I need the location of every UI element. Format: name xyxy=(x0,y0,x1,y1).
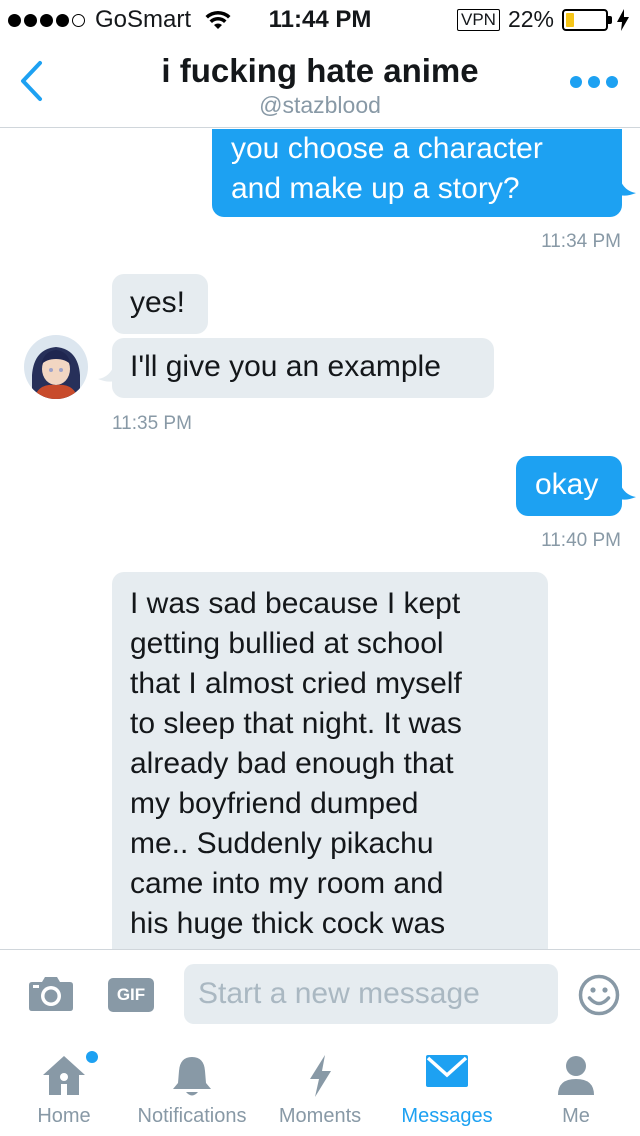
emoji-icon[interactable] xyxy=(578,974,620,1016)
tab-notifications[interactable]: Notifications xyxy=(128,1039,256,1136)
bubble-tail xyxy=(620,179,636,196)
camera-icon[interactable] xyxy=(28,974,74,1012)
received-message-bubble[interactable]: yes! xyxy=(112,274,208,334)
message-timestamp: 11:35 PM xyxy=(112,413,192,434)
message-line: my boyfriend dumped xyxy=(130,787,419,820)
home-icon xyxy=(43,1056,85,1095)
message-line: getting bullied at school xyxy=(130,627,444,660)
avatar-image xyxy=(24,335,88,399)
message-thread[interactable]: you choose a character and make up a sto… xyxy=(0,129,640,949)
sent-message-bubble[interactable]: you choose a character and make up a sto… xyxy=(212,129,622,217)
tab-label: Me xyxy=(562,1105,590,1127)
tab-label: Moments xyxy=(278,1105,362,1127)
tab-bar: Home Notifications Moments Messages Me xyxy=(0,1039,640,1136)
message-line: yes! xyxy=(130,286,186,319)
tab-home[interactable]: Home xyxy=(20,1039,108,1136)
battery-icon xyxy=(562,8,612,31)
bubble-tail xyxy=(620,483,636,500)
message-timestamp: 11:34 PM xyxy=(541,231,621,252)
conversation-handle: @stazblood xyxy=(259,92,381,118)
charging-bolt-icon xyxy=(617,8,629,31)
message-line: I was sad because I kept xyxy=(130,587,461,620)
gif-button[interactable]: GIF xyxy=(108,978,154,1012)
bubble-tail xyxy=(98,365,114,382)
vpn-badge: VPN xyxy=(456,8,500,31)
message-line: to sleep that night. It was xyxy=(130,707,462,740)
more-options-icon[interactable] xyxy=(570,76,618,88)
message-line: okay xyxy=(535,468,599,501)
battery-percentage: 22% xyxy=(507,6,554,32)
tab-label: Messages xyxy=(401,1105,493,1127)
envelope-icon xyxy=(426,1055,468,1087)
conversation-header: i fucking hate anime @stazblood xyxy=(0,40,640,128)
message-line: and make up a story? xyxy=(231,172,520,205)
lightning-icon xyxy=(310,1055,331,1097)
tab-moments[interactable]: Moments xyxy=(268,1039,372,1136)
received-message-bubble[interactable]: I was sad because I kept getting bullied… xyxy=(112,572,548,949)
message-line: that I almost cried myself xyxy=(130,667,462,700)
sent-message-bubble[interactable]: okay xyxy=(516,456,622,516)
received-message-bubble[interactable]: I'll give you an example xyxy=(112,338,494,398)
person-icon xyxy=(558,1056,594,1095)
message-timestamp: 11:40 PM xyxy=(541,530,621,551)
message-line: already bad enough that xyxy=(130,747,454,780)
dm-conversation-screen: GoSmart 11:44 PM VPN 22% i fucking hate … xyxy=(0,0,640,1136)
bell-icon xyxy=(173,1057,211,1096)
battery-level-fill xyxy=(566,12,575,27)
conversation-title: i fucking hate anime xyxy=(161,52,479,89)
home-notification-dot xyxy=(86,1051,98,1063)
message-line: me.. Suddenly pikachu xyxy=(130,827,434,860)
message-line: his huge thick cock was xyxy=(130,907,446,940)
message-line: came into my room and xyxy=(130,867,444,900)
message-line: I'll give you an example xyxy=(130,350,441,383)
new-message-input[interactable] xyxy=(184,964,558,1024)
sender-avatar[interactable] xyxy=(24,335,88,399)
status-bar: GoSmart 11:44 PM VPN 22% xyxy=(0,0,640,40)
message-composer: GIF xyxy=(0,949,640,1039)
tab-label: Notifications xyxy=(137,1105,247,1127)
status-bar-right: VPN 22% xyxy=(456,6,630,33)
tab-me[interactable]: Me xyxy=(540,1039,612,1136)
message-line: you choose a character xyxy=(231,132,543,165)
tab-label: Home xyxy=(37,1105,91,1127)
tab-messages[interactable]: Messages xyxy=(392,1039,502,1136)
